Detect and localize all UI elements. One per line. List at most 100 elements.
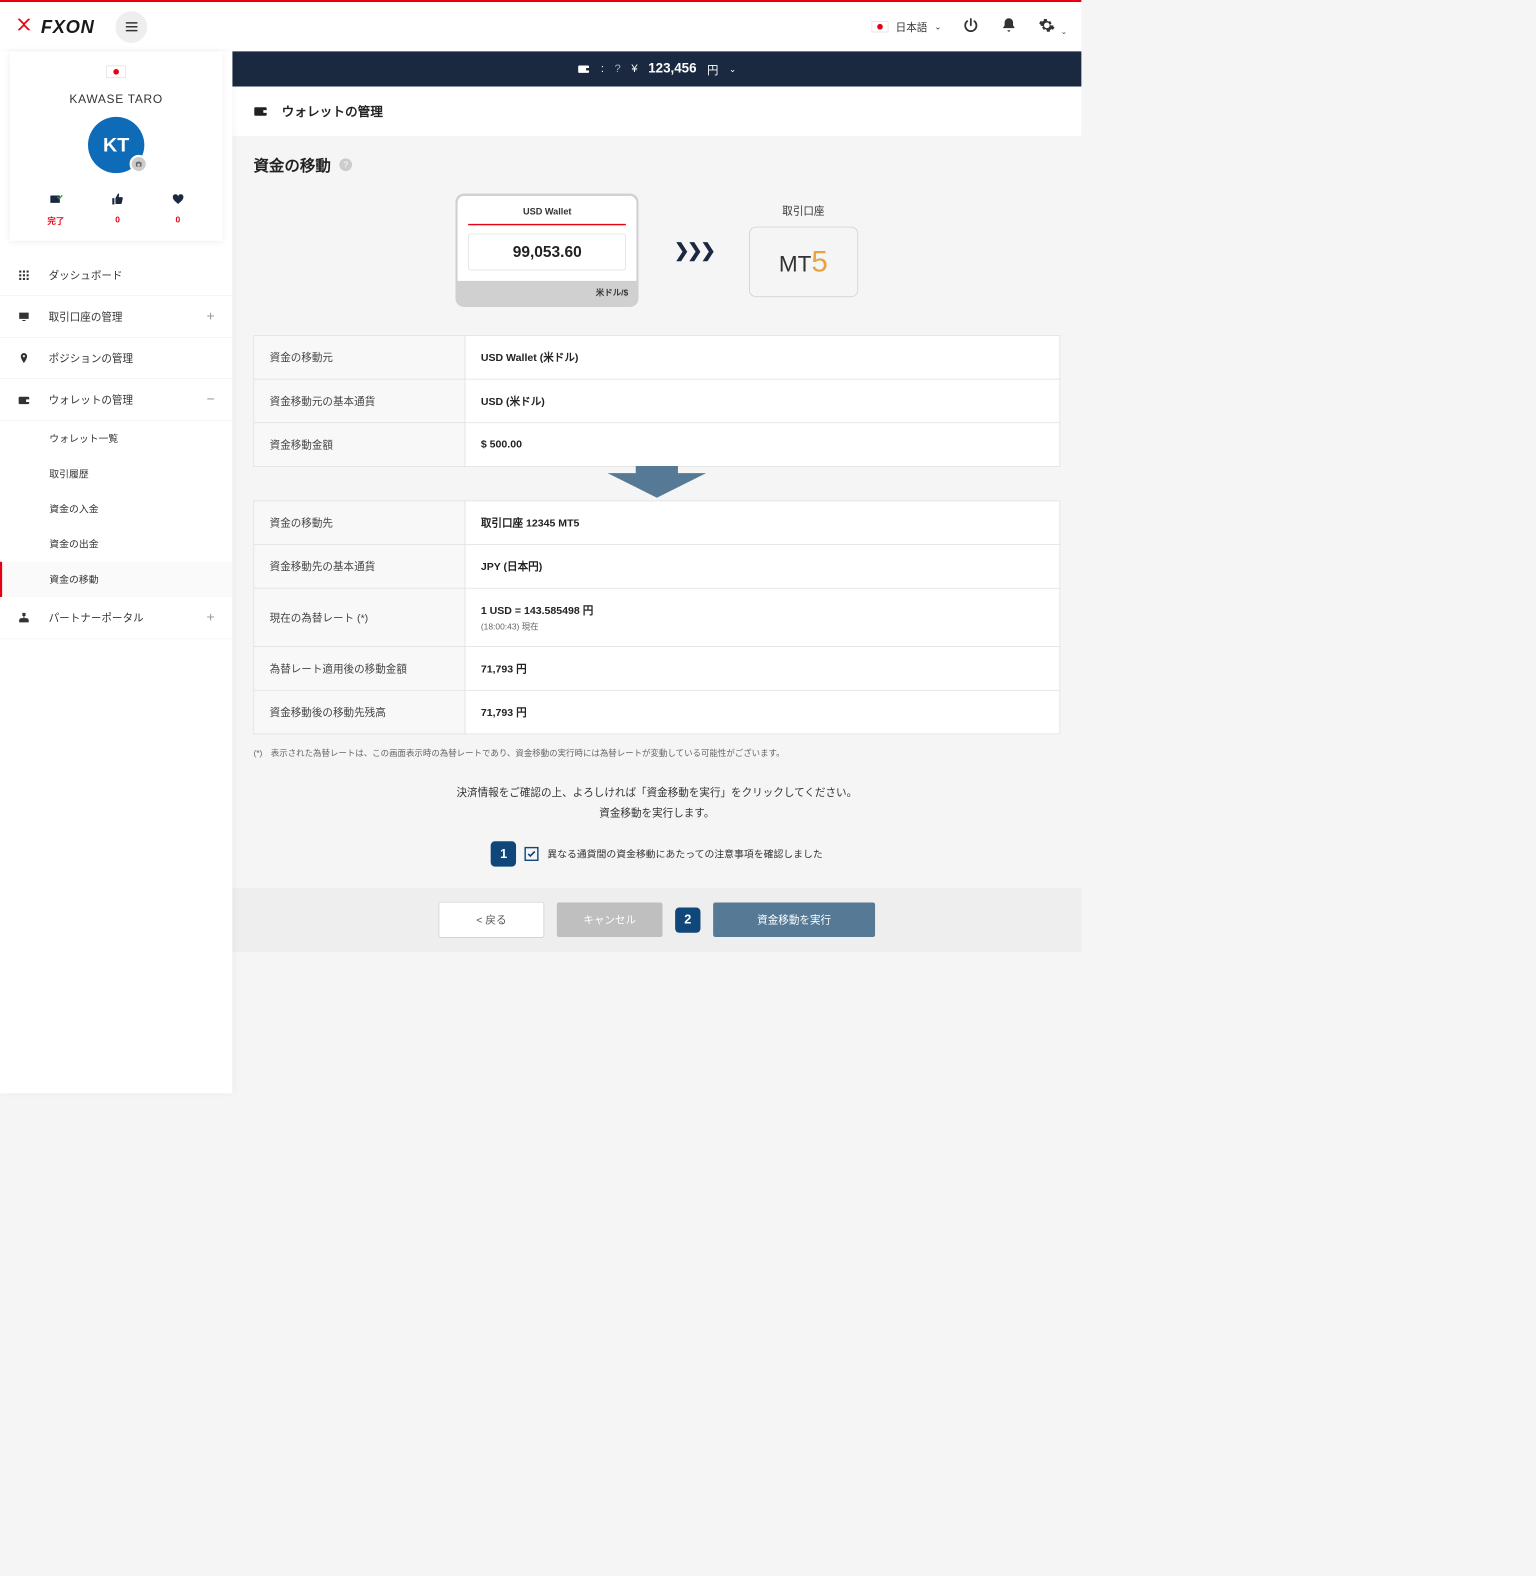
help-icon: ?	[615, 63, 621, 76]
arrow-down-icon	[253, 466, 1060, 501]
cell-value: 71,793 円	[465, 647, 1060, 691]
rate-time: (18:00:43) 現在	[481, 620, 1044, 632]
stat-thumb[interactable]: 0	[111, 191, 124, 227]
hamburger-icon	[124, 19, 139, 34]
rate-disclaimer: (*) 表示された為替レートは、この画面表示時の為替レートであり、資金移動の実行…	[253, 747, 1060, 759]
balance-bar[interactable]: : ? ¥ 123,456 円 ⌄	[232, 51, 1081, 86]
confirm-checkbox-row: 1 異なる通貨間の資金移動にあたっての注意事項を確認しました	[253, 841, 1060, 866]
nav-dashboard[interactable]: ダッシュボード	[0, 255, 232, 296]
cancel-button[interactable]: キャンセル	[557, 903, 663, 937]
wallet-icon	[578, 64, 591, 74]
profile-card: KAWASE TARO KT 完了 0 0	[10, 51, 223, 240]
logo-text: FXON	[41, 16, 95, 38]
transfer-visual: USD Wallet 99,053.60 米ドル/$ ❯❯❯ 取引口座 MT5	[253, 194, 1060, 307]
id-card-check-icon	[48, 193, 63, 206]
separator: :	[601, 63, 604, 76]
nav-wallet-history[interactable]: 取引履歴	[0, 456, 232, 491]
nav-wallet[interactable]: ウォレットの管理 −	[0, 379, 232, 421]
nav-wallet-list[interactable]: ウォレット一覧	[0, 421, 232, 456]
table-row: 為替レート適用後の移動金額71,793 円	[254, 647, 1060, 691]
cell-value: 71,793 円	[465, 690, 1060, 734]
nav-label: ウォレットの管理	[49, 392, 207, 407]
camera-icon	[134, 160, 142, 168]
confirm-checkbox[interactable]	[525, 847, 539, 861]
expand-icon: +	[206, 308, 214, 324]
table-row: 資金移動後の移動先残高71,793 円	[254, 690, 1060, 734]
chevron-down-icon: ⌄	[729, 64, 736, 74]
avatar-camera-button[interactable]	[130, 155, 148, 173]
back-button[interactable]: < 戻る	[439, 902, 545, 938]
mt-version: 5	[811, 245, 827, 278]
main-content: : ? ¥ 123,456 円 ⌄ ウォレットの管理 資金の移動 ? USD W…	[232, 51, 1081, 1093]
nav-label: ダッシュボード	[49, 268, 215, 283]
stat-complete[interactable]: 完了	[47, 191, 64, 227]
section-title: 資金の移動	[253, 153, 330, 176]
table-row: 資金移動金額$ 500.00	[254, 423, 1060, 467]
button-bar: < 戻る キャンセル 2 資金移動を実行	[232, 888, 1081, 952]
menu-toggle-button[interactable]	[116, 11, 148, 43]
chevron-down-icon: ⌄	[1061, 27, 1067, 35]
cell-label: 資金の移動先	[254, 501, 465, 545]
source-detail-table: 資金の移動元USD Wallet (米ドル) 資金移動元の基本通貨USD (米ド…	[253, 335, 1060, 467]
power-button[interactable]	[963, 17, 980, 37]
profile-name: KAWASE TARO	[24, 92, 208, 106]
language-label: 日本語	[896, 19, 928, 34]
cell-label: 資金移動先の基本通貨	[254, 545, 465, 589]
cell-value: 1 USD = 143.585498 円(18:00:43) 現在	[465, 588, 1060, 646]
cell-label: 現在の為替レート (*)	[254, 588, 465, 646]
confirm-text: 決済情報をご確認の上、よろしければ「資金移動を実行」をクリックしてください。 資…	[253, 784, 1060, 824]
sidebar: KAWASE TARO KT 完了 0 0	[0, 51, 232, 1093]
cell-value: USD (米ドル)	[465, 379, 1060, 423]
nav-positions[interactable]: ポジションの管理	[0, 338, 232, 379]
cell-label: 資金の移動元	[254, 335, 465, 379]
page-header: ウォレットの管理	[232, 87, 1081, 136]
table-row: 現在の為替レート (*)1 USD = 143.585498 円(18:00:4…	[254, 588, 1060, 646]
stat-heart[interactable]: 0	[171, 191, 185, 227]
arrow-right-icon: ❯❯❯	[674, 239, 714, 261]
source-wallet-card: USD Wallet 99,053.60 米ドル/$	[456, 194, 639, 307]
table-row: 資金移動先の基本通貨JPY (日本円)	[254, 545, 1060, 589]
cell-value: USD Wallet (米ドル)	[465, 335, 1060, 379]
cell-label: 資金移動後の移動先残高	[254, 690, 465, 734]
currency-symbol: ¥	[631, 63, 637, 76]
dest-detail-table: 資金の移動先取引口座 12345 MT5 資金移動先の基本通貨JPY (日本円)…	[253, 501, 1060, 735]
nav-label: ポジションの管理	[49, 351, 215, 366]
check-icon	[527, 849, 537, 859]
app-header: FXON 日本語 ⌄ ⌄	[0, 2, 1081, 51]
wallet-amount: 99,053.60	[478, 243, 617, 261]
currency-unit: 円	[707, 61, 718, 78]
nav-wallet-transfer[interactable]: 資金の移動	[0, 562, 232, 597]
flag-jp-icon	[106, 65, 126, 78]
nav-wallet-deposit[interactable]: 資金の入金	[0, 491, 232, 526]
wallet-icon	[253, 106, 267, 117]
cell-value: $ 500.00	[465, 423, 1060, 467]
dest-label: 取引口座	[749, 203, 858, 218]
collapse-icon: −	[206, 391, 214, 407]
page-title: ウォレットの管理	[282, 102, 383, 120]
language-selector[interactable]: 日本語 ⌄	[872, 19, 942, 34]
table-row: 資金移動元の基本通貨USD (米ドル)	[254, 379, 1060, 423]
nav-partner[interactable]: パートナーポータル +	[0, 597, 232, 639]
logo[interactable]: FXON	[14, 15, 94, 38]
pin-icon	[18, 352, 31, 365]
settings-button[interactable]: ⌄	[1039, 17, 1068, 37]
stat-label: 完了	[47, 215, 64, 227]
step-badge-2: 2	[675, 907, 700, 932]
heart-icon	[171, 193, 185, 206]
cell-value: 取引口座 12345 MT5	[465, 501, 1060, 545]
cell-label: 為替レート適用後の移動金額	[254, 647, 465, 691]
cell-label: 資金移動金額	[254, 423, 465, 467]
help-icon[interactable]: ?	[339, 158, 352, 171]
monitor-icon	[18, 310, 31, 323]
notifications-button[interactable]	[1001, 17, 1018, 37]
balance-amount: 123,456	[648, 61, 696, 76]
nav-accounts[interactable]: 取引口座の管理 +	[0, 296, 232, 338]
nav-wallet-withdraw[interactable]: 資金の出金	[0, 527, 232, 562]
submit-button[interactable]: 資金移動を実行	[713, 903, 875, 937]
expand-icon: +	[206, 610, 214, 626]
nav-label: パートナーポータル	[49, 610, 207, 625]
flag-jp-icon	[872, 21, 889, 32]
main-nav: ダッシュボード 取引口座の管理 + ポジションの管理 ウォレットの管理 − ウォ…	[0, 255, 232, 639]
checkbox-label: 異なる通貨間の資金移動にあたっての注意事項を確認しました	[547, 847, 822, 861]
table-row: 資金の移動先取引口座 12345 MT5	[254, 501, 1060, 545]
